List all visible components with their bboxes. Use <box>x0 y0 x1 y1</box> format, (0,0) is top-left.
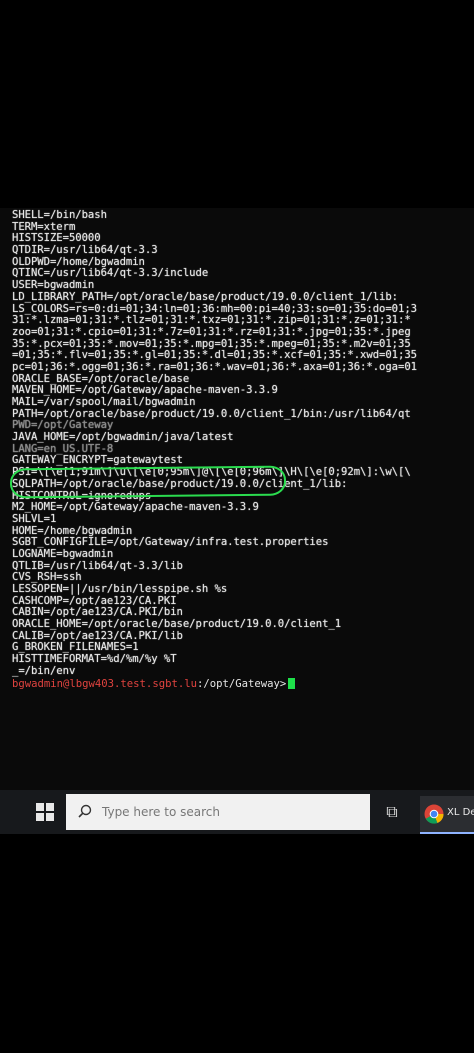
windows-logo-icon <box>46 813 54 821</box>
prompt-path: :/opt/Gateway> <box>196 677 287 690</box>
windows-logo-icon <box>36 813 44 821</box>
terminal-line: M2_HOME=/opt/Gateway/apache-maven-3.3.9 <box>12 501 259 514</box>
terminal-line: SHELL=/bin/bash <box>12 209 107 221</box>
terminal-cursor <box>288 677 296 689</box>
terminal-line: QTDIR=/usr/lib64/qt-3.3 <box>12 244 158 257</box>
task-view-icon: ⧉ <box>386 802 398 821</box>
terminal-line: SHLVL=1 <box>12 512 57 525</box>
terminal-line: MAIL=/var/spool/mail/bgwadmin <box>12 396 196 408</box>
terminal-window[interactable]: SHELL=/bin/bash TERM=xterm HISTSIZE=5000… <box>0 208 474 790</box>
chrome-icon <box>424 804 444 824</box>
windows-logo-icon <box>46 803 54 811</box>
terminal-line: LESSOPEN=||/usr/bin/lesspipe.sh %s <box>12 583 228 595</box>
shell-prompt[interactable]: bgwadmin@lbgw403.test.sgbt.lu:/opt/Gatew… <box>12 677 474 690</box>
terminal-line: zoo=01;31:*.cpio=01;31:*.7z=01;31:*.rz=0… <box>12 325 411 338</box>
terminal-line: ORACLE_HOME=/opt/oracle/base/product/19.… <box>12 618 342 631</box>
photo-top-background <box>0 0 474 208</box>
photo-bottom-background <box>0 834 474 1053</box>
task-view-button[interactable]: ⧉ <box>380 800 404 824</box>
terminal-line: pc=01;36:*.ogg=01;36:*.ra=01;36:*.wav=01… <box>12 360 417 373</box>
windows-logo-icon <box>36 803 44 811</box>
taskbar-search-box[interactable]: Type here to search <box>66 794 370 830</box>
prompt-user-host: bgwadmin@lbgw403.test.sgbt.lu <box>12 677 197 690</box>
terminal-line-java-home: JAVA_HOME=/opt/bgwadmin/java/latest <box>12 431 234 444</box>
chrome-window-label: XL De <box>447 807 474 818</box>
terminal-output: SHELL=/bin/bash TERM=xterm HISTSIZE=5000… <box>12 209 474 690</box>
taskbar-chrome-app[interactable]: XL De <box>420 796 474 834</box>
search-icon <box>78 804 92 818</box>
terminal-line: LD_LIBRARY_PATH=/opt/oracle/base/product… <box>12 290 399 303</box>
terminal-line: LOGNAME=bgwadmin <box>12 547 114 560</box>
terminal-line: SQLPATH=/opt/oracle/base/product/19.0.0/… <box>12 477 348 490</box>
start-button[interactable] <box>36 803 54 821</box>
windows-taskbar: Type here to search ⧉ XL De <box>0 790 474 834</box>
terminal-line: HISTTIMEFORMAT=%d/%m/%y %T <box>12 653 177 666</box>
terminal-line: _=/bin/env <box>12 664 76 677</box>
search-placeholder: Type here to search <box>102 805 220 819</box>
